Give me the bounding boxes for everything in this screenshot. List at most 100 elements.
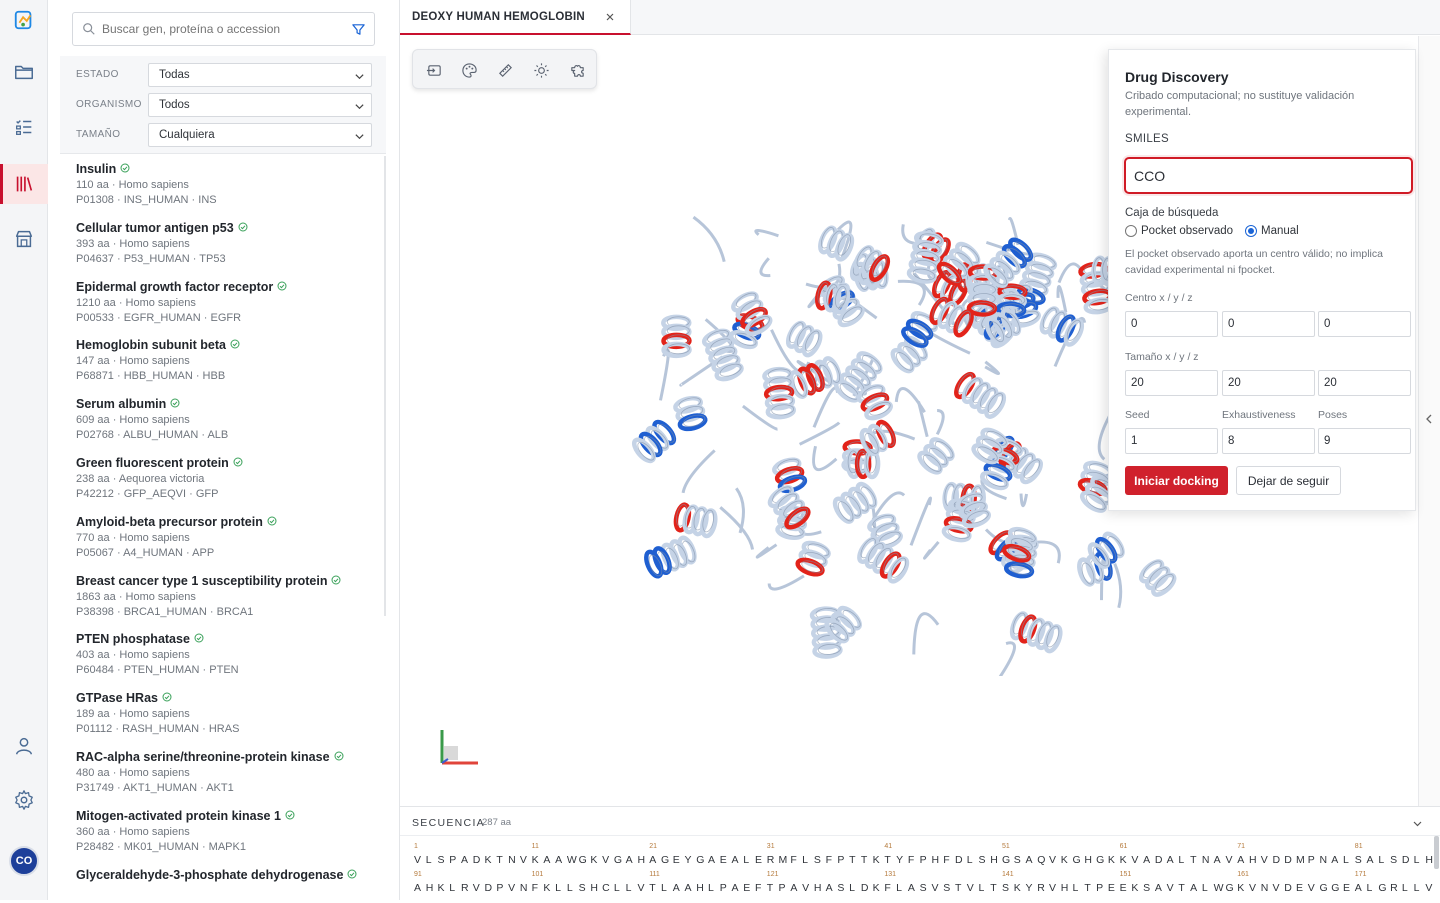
filter-organism-select[interactable]: Todos	[148, 93, 372, 117]
filter-status-select[interactable]: Todas	[148, 63, 372, 87]
sequence-scrollbar[interactable]	[1434, 836, 1439, 869]
protein-list-item[interactable]: GTPase HRas 189 aa · Homo sapiens P01112 ·…	[60, 685, 386, 743]
residue[interactable]: A	[1355, 882, 1362, 894]
residue[interactable]: E	[1108, 882, 1115, 894]
residue[interactable]: V	[931, 882, 938, 894]
store-icon[interactable]	[0, 219, 48, 259]
residue[interactable]: P	[720, 882, 727, 894]
residue[interactable]: F	[755, 882, 761, 894]
residue[interactable]: H	[637, 854, 645, 866]
residue[interactable]: T	[767, 882, 773, 894]
residue[interactable]: L	[743, 854, 749, 866]
protein-list-item[interactable]: Breast cancer type 1 susceptibility prot…	[60, 568, 386, 626]
filter-size-select[interactable]: Cualquiera	[148, 123, 372, 147]
residue[interactable]: G	[1073, 854, 1081, 866]
residue[interactable]: V	[1167, 882, 1174, 894]
residue[interactable]: E	[1120, 882, 1127, 894]
residue[interactable]: S	[978, 854, 985, 866]
residue[interactable]: V	[1225, 854, 1232, 866]
library-scrollbar[interactable]	[384, 156, 386, 616]
residue[interactable]: V	[1261, 854, 1268, 866]
residue[interactable]: A	[1331, 854, 1338, 866]
residue[interactable]: A	[649, 854, 656, 866]
residue[interactable]: L	[802, 854, 808, 866]
residue[interactable]: K	[485, 854, 492, 866]
residue[interactable]: G	[1331, 882, 1339, 894]
residue[interactable]: Y	[684, 854, 691, 866]
center-y-input[interactable]	[1222, 311, 1315, 337]
residue[interactable]: V	[1308, 882, 1315, 894]
protein-list-item[interactable]: Green fluorescent protein 238 aa · Aequor…	[60, 450, 386, 508]
residue[interactable]: V	[414, 854, 421, 866]
residue[interactable]: S	[1143, 882, 1150, 894]
hemoglobin-3d-structure[interactable]	[630, 176, 1190, 676]
residue[interactable]: Q	[1037, 854, 1045, 866]
residue[interactable]: N	[1320, 854, 1328, 866]
residue[interactable]: L	[978, 882, 984, 894]
residue[interactable]: H	[590, 882, 598, 894]
residue[interactable]: V	[1249, 882, 1256, 894]
import-icon[interactable]	[424, 60, 444, 80]
residue[interactable]: S	[943, 882, 950, 894]
size-z-input[interactable]	[1318, 370, 1411, 396]
residue[interactable]: L	[1414, 882, 1420, 894]
residue[interactable]: S	[1390, 854, 1397, 866]
residue[interactable]: T	[861, 854, 867, 866]
tab-deoxy-human-hemoglobin[interactable]: DEOXY HUMAN HEMOGLOBIN	[400, 0, 631, 35]
residue[interactable]: H	[1061, 882, 1069, 894]
residue[interactable]: L	[967, 854, 973, 866]
residue[interactable]: G	[579, 854, 587, 866]
residue[interactable]: N	[520, 882, 528, 894]
residue[interactable]: V	[1049, 854, 1056, 866]
residue[interactable]: H	[1425, 854, 1433, 866]
residue[interactable]: R	[461, 882, 469, 894]
residue[interactable]: Y	[896, 854, 903, 866]
residue[interactable]: T	[1178, 882, 1184, 894]
residue[interactable]: G	[1320, 882, 1328, 894]
residue[interactable]: R	[1037, 882, 1045, 894]
residue[interactable]: L	[626, 882, 632, 894]
residue[interactable]: H	[426, 882, 434, 894]
residue[interactable]: L	[1073, 882, 1079, 894]
residue[interactable]: P	[837, 854, 844, 866]
search-box[interactable]	[72, 12, 375, 46]
residue[interactable]: P	[496, 882, 503, 894]
residue[interactable]: T	[649, 882, 655, 894]
residue[interactable]: V	[1425, 882, 1432, 894]
residue[interactable]: A	[414, 882, 421, 894]
residue[interactable]: S	[1014, 854, 1021, 866]
residue[interactable]: K	[1014, 882, 1021, 894]
residue[interactable]: G	[1096, 854, 1104, 866]
avatar[interactable]: CO	[9, 846, 39, 876]
residue[interactable]: K	[873, 882, 880, 894]
protein-list-item[interactable]: Hemoglobin subunit beta 147 aa · Homo sap…	[60, 332, 386, 390]
residue[interactable]: L	[1414, 854, 1420, 866]
residue[interactable]: S	[1002, 882, 1009, 894]
filter-icon[interactable]	[351, 22, 366, 37]
residue[interactable]: A	[1155, 882, 1162, 894]
unfollow-button[interactable]: Dejar de seguir	[1236, 466, 1341, 495]
residue[interactable]: W	[1214, 882, 1224, 894]
residue[interactable]: D	[1402, 854, 1410, 866]
poses-input[interactable]	[1318, 428, 1411, 454]
residue[interactable]: V	[1049, 882, 1056, 894]
residue[interactable]: H	[931, 854, 939, 866]
residue[interactable]: H	[696, 882, 704, 894]
residue[interactable]: P	[1096, 882, 1103, 894]
residue[interactable]: S	[814, 854, 821, 866]
residue[interactable]: T	[955, 882, 961, 894]
residue[interactable]: F	[790, 854, 796, 866]
residue[interactable]: L	[708, 882, 714, 894]
radio-manual-dot[interactable]	[1245, 225, 1257, 237]
residue[interactable]: V	[520, 854, 527, 866]
residue[interactable]: D	[861, 882, 869, 894]
chevron-down-icon[interactable]	[1412, 818, 1423, 829]
residue[interactable]: L	[1367, 882, 1373, 894]
protein-list-item[interactable]: Mitogen-activated protein kinase 1 360 aa…	[60, 803, 386, 861]
residue[interactable]: A	[708, 854, 715, 866]
residue[interactable]: K	[1131, 882, 1138, 894]
smiles-input[interactable]	[1124, 157, 1413, 194]
app-logo-icon[interactable]	[0, 0, 48, 40]
residue[interactable]: A	[626, 854, 633, 866]
residue[interactable]: D	[485, 882, 493, 894]
